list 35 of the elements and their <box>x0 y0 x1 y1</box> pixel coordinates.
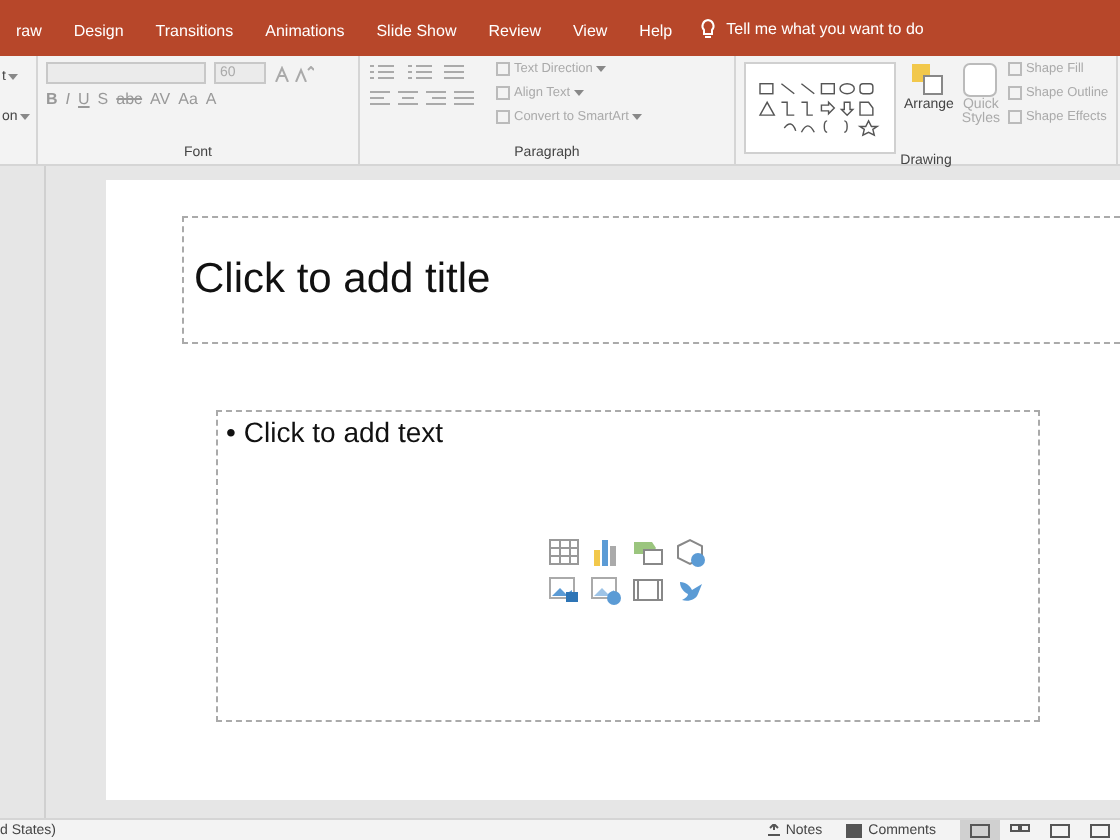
caret-icon <box>632 114 643 120</box>
caret-icon <box>19 114 30 120</box>
comment-icon <box>846 823 863 837</box>
online-picture-icon[interactable] <box>589 574 621 606</box>
quick-styles-icon <box>962 62 999 98</box>
bullet: • <box>226 416 236 448</box>
content-placeholder[interactable]: • Click to add text <box>216 410 1040 722</box>
smartart-icon[interactable] <box>631 536 663 568</box>
caret-icon <box>7 74 18 80</box>
font-name-field[interactable] <box>46 62 206 84</box>
bullets-icon[interactable] <box>368 62 468 82</box>
ribbon-tab[interactable]: Animations <box>249 9 361 47</box>
tell-me-field[interactable]: Tell me what you want to do <box>700 17 924 39</box>
chart-icon[interactable] <box>589 536 621 568</box>
ribbon-tab[interactable]: View <box>556 9 624 47</box>
title-placeholder[interactable]: Click to add title <box>182 216 1120 344</box>
content-text: Click to add text <box>243 416 444 448</box>
cube-icon[interactable] <box>673 536 705 568</box>
picture-icon[interactable] <box>547 574 579 606</box>
table-icon[interactable] <box>547 536 579 568</box>
grow-font-icon[interactable] <box>274 65 314 81</box>
video-icon[interactable] <box>631 574 663 606</box>
shapes-gallery[interactable] <box>744 62 896 154</box>
caret-icon <box>574 90 585 96</box>
ribbon-tab[interactable]: Review <box>472 9 557 47</box>
arrange-icon <box>910 62 947 98</box>
ribbon-tab[interactable]: Transitions <box>139 9 250 47</box>
lightbulb-icon <box>700 17 717 39</box>
ribbon-tab[interactable]: Design <box>57 9 140 47</box>
ribbon-tab[interactable]: raw <box>0 9 58 47</box>
caret-icon <box>596 66 607 72</box>
ribbon-tab[interactable]: Slide Show <box>360 9 473 47</box>
normal-view-icon[interactable] <box>960 820 1000 840</box>
ribbon-tab[interactable]: Help <box>623 9 689 47</box>
notes-icon <box>767 824 780 836</box>
